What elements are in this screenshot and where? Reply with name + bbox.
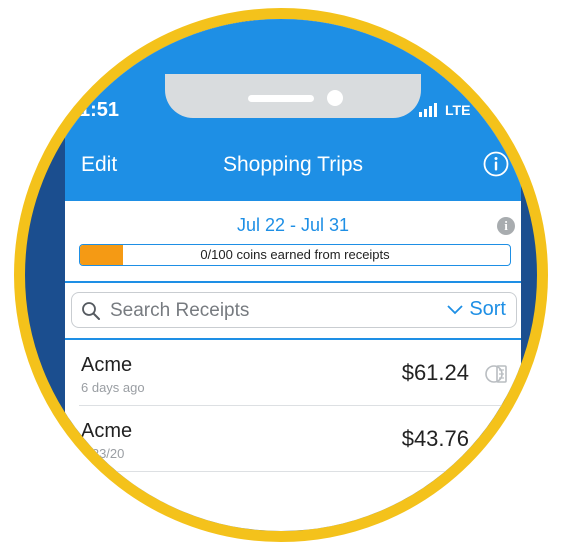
search-input[interactable]: [108, 296, 392, 326]
receipt-date: 6 days ago: [81, 380, 145, 395]
phone-screen: 1:51 LTE Edit Shopping Trips Jul 22 - Ju…: [65, 19, 521, 531]
battery-icon: [483, 102, 505, 115]
circular-frame: 1:51 LTE Edit Shopping Trips Jul 22 - Ju…: [14, 8, 548, 542]
receipt-row[interactable]: Acme 6 days ago $61.24: [65, 340, 521, 406]
search-icon: [82, 302, 100, 320]
receipt-amount: $61.24: [401, 360, 469, 385]
network-label: LTE: [445, 102, 471, 118]
speaker-icon: [248, 95, 314, 102]
sort-button[interactable]: Sort: [447, 298, 506, 321]
screenshot-stage: 1:51 LTE Edit Shopping Trips Jul 22 - Ju…: [0, 0, 579, 558]
search-bar: Sort: [71, 292, 517, 328]
warning-icon: [484, 430, 508, 450]
receipt-store: Acme: [81, 420, 133, 442]
navigation-bar: Edit Shopping Trips: [65, 129, 521, 201]
coins-progress-bar: 0/100 coins earned from receipts: [79, 244, 511, 266]
date-range: Jul 22 - Jul 31: [236, 215, 350, 235]
receipt-date: 7/23/20: [81, 446, 125, 461]
period-info-icon[interactable]: i: [497, 217, 515, 235]
divider: [65, 281, 521, 283]
info-icon[interactable]: [483, 151, 509, 177]
page-title: Shopping Trips: [222, 153, 364, 176]
receipt-row[interactable]: $196: [65, 472, 521, 531]
signal-icon: [419, 103, 441, 117]
receipt-store: Acme: [81, 354, 133, 376]
receipt-row[interactable]: Acme 7/23/20 $43.76: [65, 406, 521, 472]
receipt-pending-icon: [485, 365, 507, 383]
progress-label: 0/100 coins earned from receipts: [200, 247, 390, 262]
phone-notch: [165, 74, 421, 118]
status-time: 1:51: [79, 99, 120, 121]
receipt-amount: $196: [420, 492, 469, 517]
chevron-down-icon: [447, 304, 463, 314]
status-bar: 1:51 LTE: [65, 19, 521, 129]
receipt-amount: $43.76: [401, 426, 469, 451]
camera-icon: [327, 90, 343, 106]
sort-label: Sort: [469, 298, 506, 320]
